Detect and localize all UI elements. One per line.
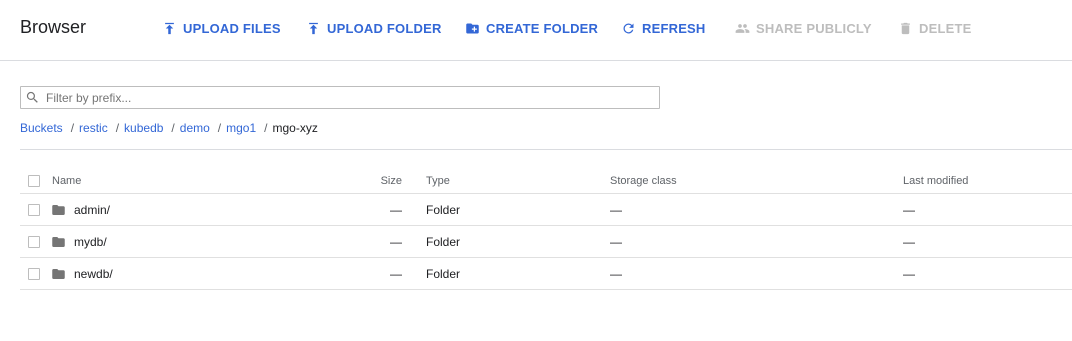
size-value: — bbox=[390, 234, 402, 249]
breadcrumb-current: mgo-xyz bbox=[272, 121, 318, 135]
column-header-storage-class[interactable]: Storage class bbox=[610, 175, 677, 187]
refresh-icon bbox=[623, 22, 634, 33]
breadcrumb-separator: / bbox=[264, 121, 268, 135]
breadcrumb-kubedb[interactable]: kubedb bbox=[124, 121, 163, 135]
folder-name-link[interactable]: mydb/ bbox=[74, 235, 107, 249]
breadcrumb-buckets[interactable]: Buckets bbox=[20, 121, 63, 135]
row-checkbox[interactable] bbox=[28, 235, 40, 248]
type-value: Folder bbox=[426, 266, 461, 281]
breadcrumb-separator: / bbox=[217, 121, 222, 135]
type-value: Folder bbox=[426, 202, 461, 217]
folder-icon bbox=[51, 266, 66, 281]
share-publicly-label: SHARE PUBLICLY bbox=[756, 20, 872, 36]
folder-name-link[interactable]: newdb/ bbox=[74, 267, 113, 281]
storage-class-value: — bbox=[610, 234, 622, 249]
refresh-label: REFRESH bbox=[642, 20, 706, 36]
last-modified-value: — bbox=[903, 234, 915, 249]
refresh-button[interactable]: REFRESH bbox=[621, 18, 706, 38]
table-row[interactable]: admin/ — Folder — — bbox=[20, 194, 1072, 226]
people-icon bbox=[735, 23, 750, 33]
upload-folder-icon bbox=[309, 22, 318, 34]
column-header-name[interactable]: Name bbox=[52, 175, 81, 187]
column-header-last-modified[interactable]: Last modified bbox=[903, 175, 968, 187]
page-title: Browser bbox=[20, 17, 87, 37]
delete-button[interactable]: DELETE bbox=[898, 18, 971, 38]
breadcrumb-demo[interactable]: demo bbox=[180, 121, 210, 135]
folder-icon bbox=[51, 234, 66, 249]
folder-icon bbox=[51, 202, 66, 217]
size-value: — bbox=[390, 202, 402, 217]
folder-name-link[interactable]: admin/ bbox=[74, 203, 110, 217]
filter-box bbox=[20, 86, 660, 109]
create-folder-label: CREATE FOLDER bbox=[486, 20, 599, 36]
share-publicly-button[interactable]: SHARE PUBLICLY bbox=[735, 18, 872, 38]
column-header-type[interactable]: Type bbox=[426, 175, 450, 187]
upload-icon bbox=[165, 22, 174, 34]
upload-files-label: UPLOAD FILES bbox=[183, 20, 281, 36]
breadcrumb-restic[interactable]: restic bbox=[79, 121, 108, 135]
last-modified-value: — bbox=[903, 266, 915, 281]
column-header-size[interactable]: Size bbox=[381, 175, 402, 187]
breadcrumb-mgo1[interactable]: mgo1 bbox=[226, 121, 256, 135]
objects-table: Name Size Type Storage class Last modifi… bbox=[20, 168, 1072, 290]
delete-label: DELETE bbox=[919, 20, 972, 36]
type-value: Folder bbox=[426, 234, 461, 249]
table-row[interactable]: mydb/ — Folder — — bbox=[20, 226, 1072, 258]
breadcrumb-separator: / bbox=[115, 121, 120, 135]
toolbar: Browser UPLOAD FILES UPLOAD FOLDER CREAT… bbox=[0, 0, 1072, 61]
trash-icon bbox=[901, 22, 910, 34]
create-folder-icon bbox=[466, 23, 479, 33]
size-value: — bbox=[390, 266, 402, 281]
upload-folder-button[interactable]: UPLOAD FOLDER bbox=[306, 18, 442, 38]
create-folder-button[interactable]: CREATE FOLDER bbox=[465, 18, 598, 38]
breadcrumb: Buckets / restic / kubedb / demo / mgo1 … bbox=[20, 121, 318, 135]
breadcrumb-separator: / bbox=[70, 121, 75, 135]
table-row[interactable]: newdb/ — Folder — — bbox=[20, 258, 1072, 290]
upload-folder-label: UPLOAD FOLDER bbox=[327, 20, 442, 36]
storage-class-value: — bbox=[610, 266, 622, 281]
row-checkbox[interactable] bbox=[28, 267, 40, 280]
row-checkbox[interactable] bbox=[28, 203, 40, 216]
divider bbox=[20, 149, 1072, 150]
select-all-checkbox[interactable] bbox=[28, 174, 40, 187]
last-modified-value: — bbox=[903, 202, 915, 217]
table-header: Name Size Type Storage class Last modifi… bbox=[20, 168, 1072, 194]
storage-class-value: — bbox=[610, 202, 622, 217]
breadcrumb-separator: / bbox=[171, 121, 175, 135]
search-icon bbox=[26, 91, 38, 103]
filter-input[interactable] bbox=[46, 90, 646, 105]
upload-files-button[interactable]: UPLOAD FILES bbox=[162, 18, 281, 38]
